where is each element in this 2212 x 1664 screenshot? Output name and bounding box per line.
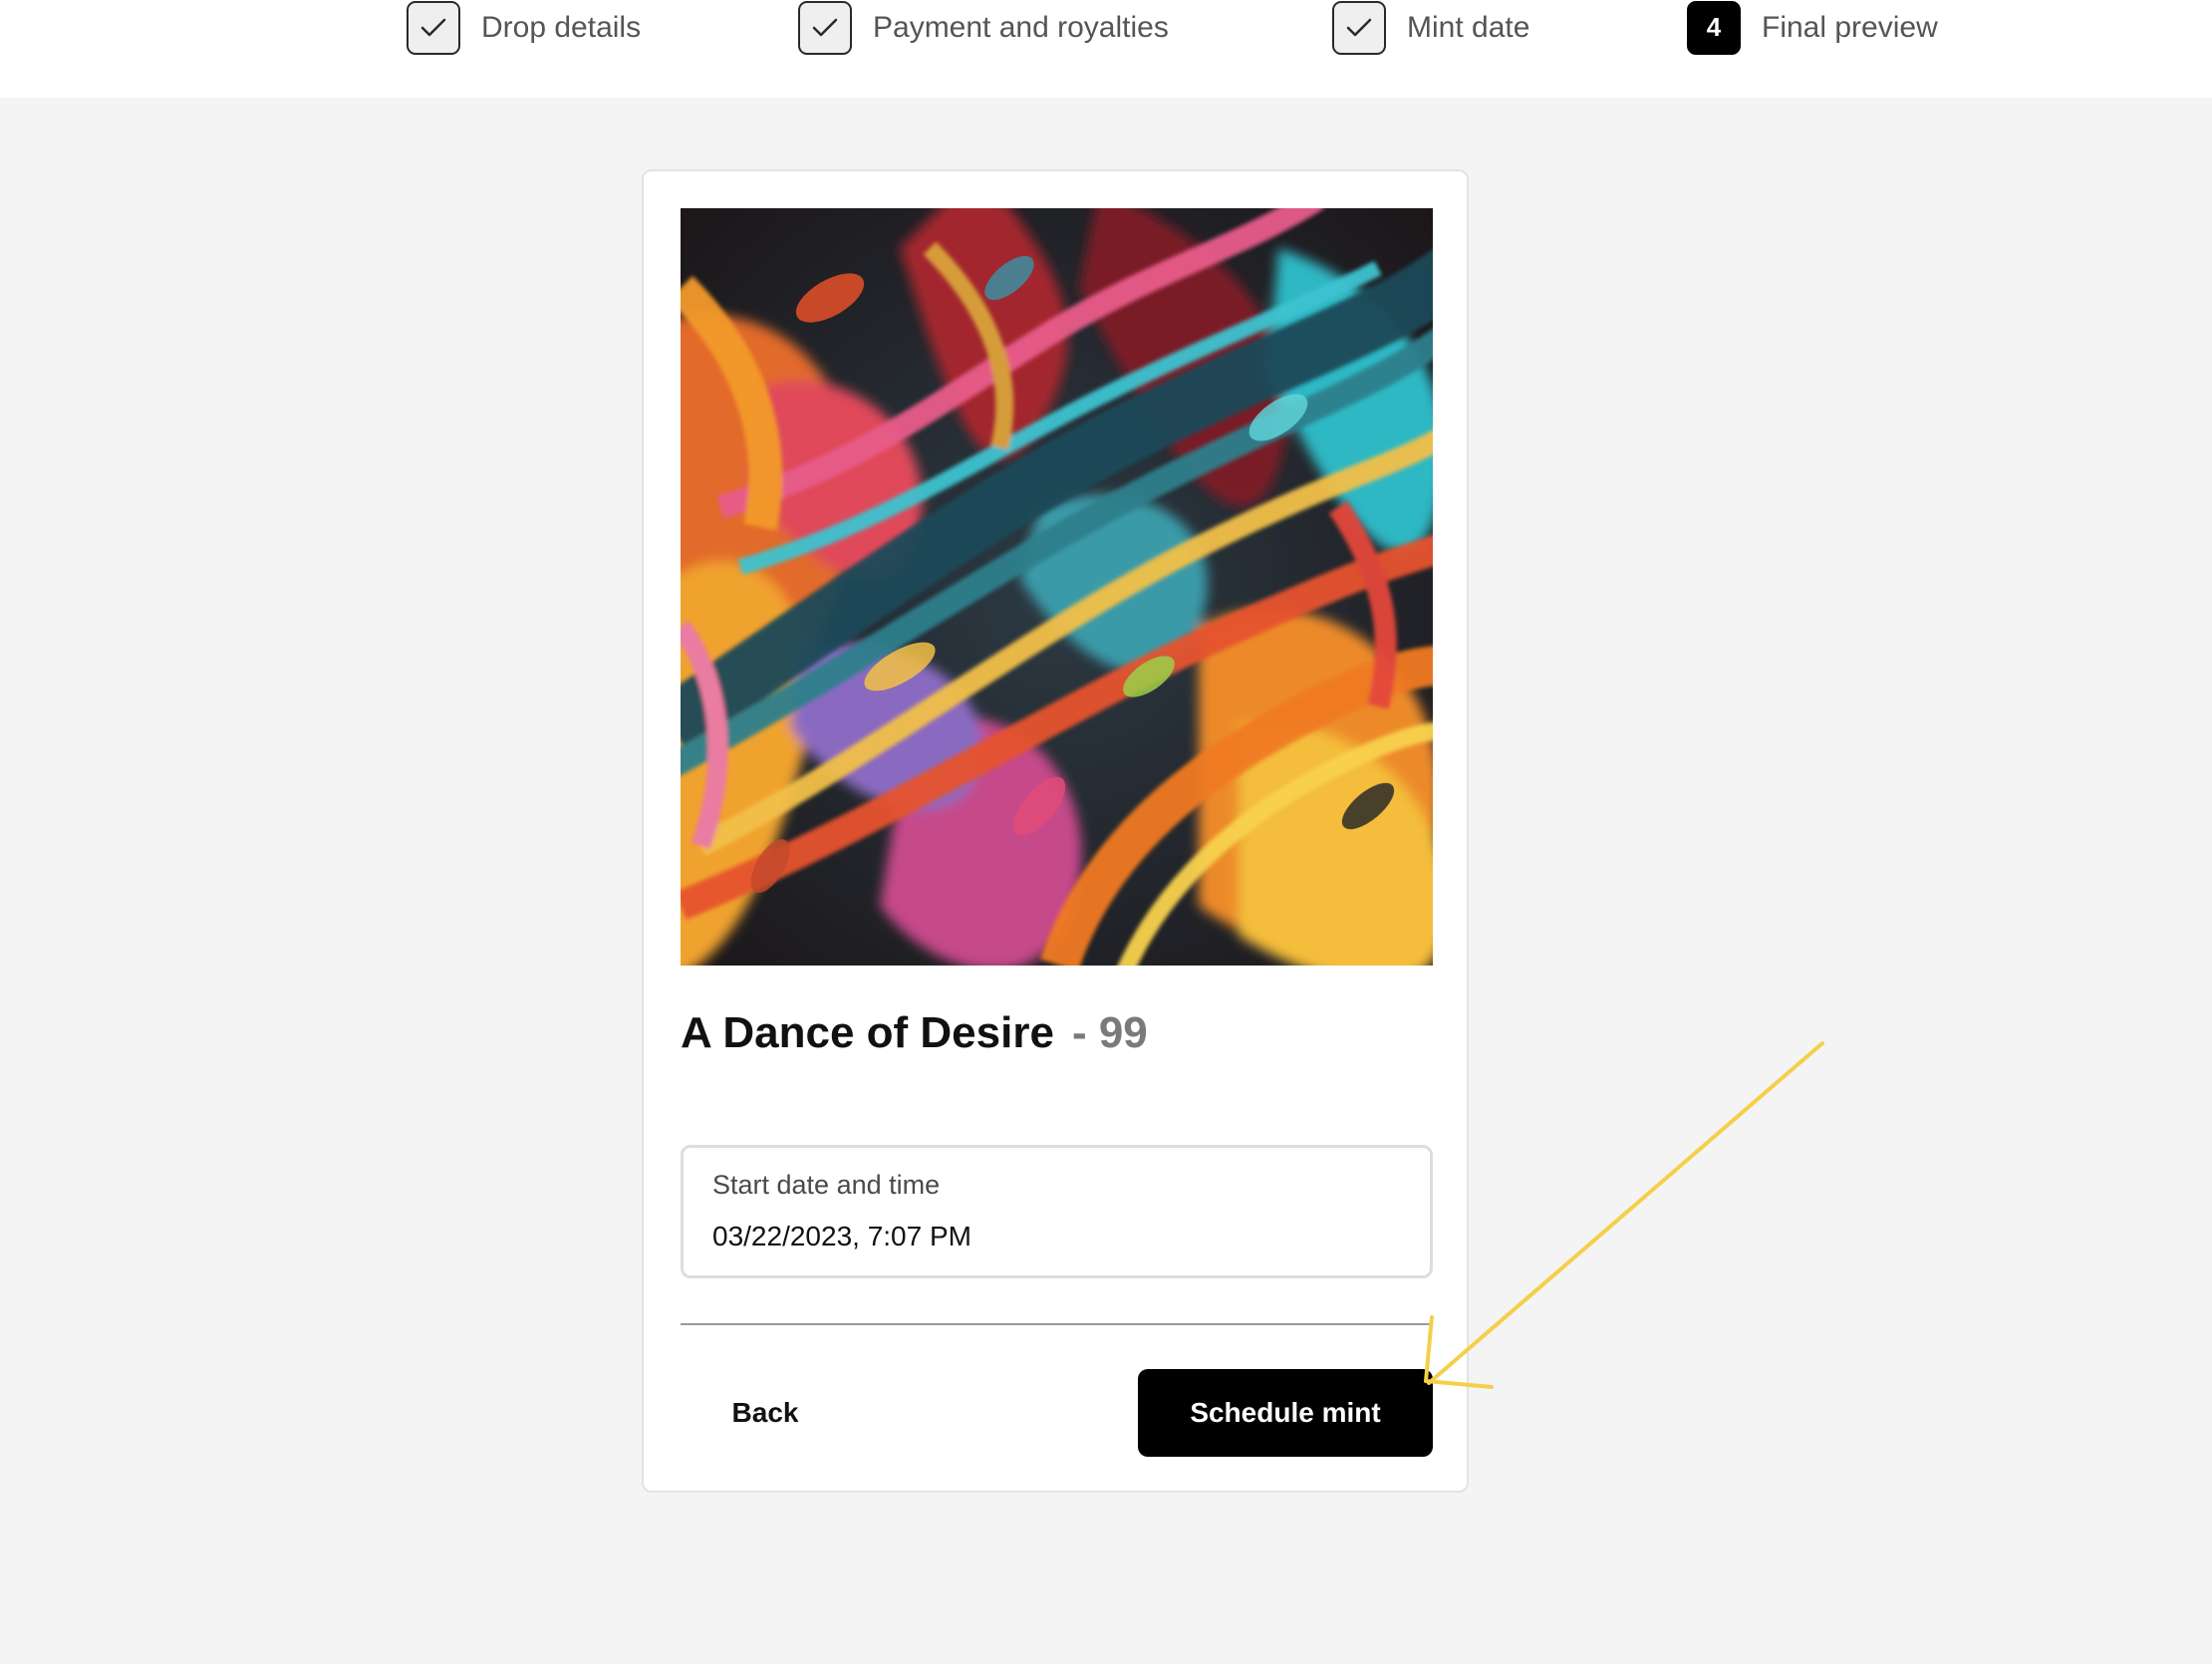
step-label: Mint date (1407, 10, 1530, 44)
divider (681, 1323, 1433, 1325)
step-final-preview[interactable]: 4 Final preview (1687, 0, 1938, 55)
check-icon (407, 0, 460, 55)
step-mint-date[interactable]: Mint date (1332, 0, 1529, 55)
nft-title: A Dance of Desire (681, 1008, 1054, 1057)
check-icon (1332, 0, 1386, 55)
step-label: Drop details (481, 10, 642, 44)
start-date-label: Start date and time (712, 1170, 941, 1200)
nft-artwork-image (681, 208, 1433, 966)
start-date-field: Start date and time 03/22/2023, 7:07 PM (681, 1145, 1433, 1278)
progress-stepper: Drop details Payment and royalties Mint … (0, 0, 2212, 98)
schedule-mint-button[interactable]: Schedule mint (1138, 1369, 1433, 1457)
step-label: Payment and royalties (873, 10, 1169, 44)
check-icon (798, 0, 852, 55)
edition-size: - 99 (1071, 1008, 1148, 1057)
start-date-value: 03/22/2023, 7:07 PM (712, 1221, 971, 1251)
mint-preview-card: A Dance of Desire - 99 Start date and ti… (642, 169, 1469, 1493)
step-number-badge: 4 (1687, 0, 1741, 55)
nft-title-row: A Dance of Desire - 99 (681, 1008, 1148, 1058)
back-button[interactable]: Back (681, 1369, 850, 1457)
step-payment-and-royalties[interactable]: Payment and royalties (798, 0, 1169, 55)
step-label: Final preview (1762, 10, 1938, 44)
step-drop-details[interactable]: Drop details (407, 0, 641, 55)
